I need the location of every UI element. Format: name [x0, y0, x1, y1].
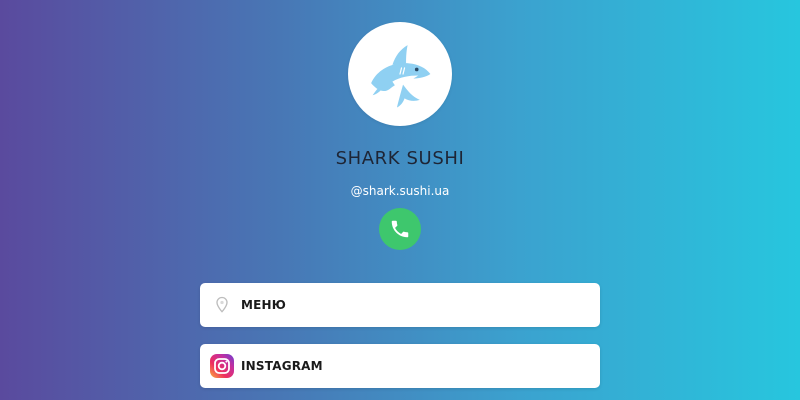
linktree-page: SHARK SUSHI @shark.sushi.ua МЕНЮ INSTAGR… — [0, 0, 800, 400]
profile-name: SHARK SUSHI — [335, 148, 465, 169]
link-instagram[interactable]: INSTAGRAM — [200, 344, 600, 388]
link-menu-label: МЕНЮ — [241, 298, 287, 312]
map-pin-icon — [209, 292, 235, 318]
instagram-icon — [209, 353, 235, 379]
phone-icon — [391, 220, 409, 238]
profile-handle[interactable]: @shark.sushi.ua — [0, 184, 800, 198]
link-menu[interactable]: МЕНЮ — [200, 283, 600, 327]
avatar — [348, 22, 452, 126]
shark-icon — [371, 45, 431, 108]
phone-button[interactable] — [379, 208, 421, 250]
link-instagram-label: INSTAGRAM — [241, 359, 323, 373]
